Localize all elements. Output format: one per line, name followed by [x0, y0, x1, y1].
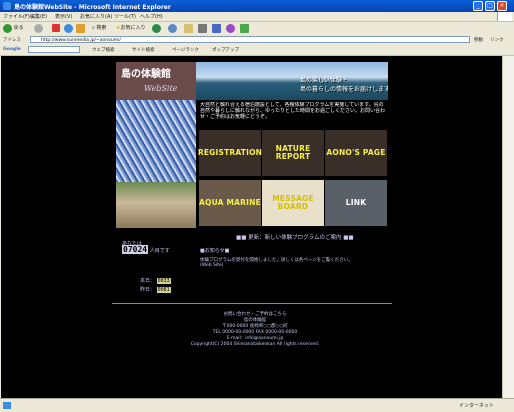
search-icon: ⌕ [92, 25, 95, 31]
news-text: 体験プログラムの受付を開始しました。詳しくは各ページをご覧ください。(Web S… [200, 258, 353, 268]
yesterday-count: 0081 [156, 287, 171, 293]
footer-divider [112, 303, 392, 304]
menu-bar: ファイル(F) 編集(E) 表示(V) お気に入り(A) ツール(T) ヘルプ(… [0, 12, 514, 22]
header-banner-image: 島の楽しい体験・ 島の暮らしの情報をお届けします [196, 62, 388, 100]
yesterday-row: 昨日： 0081 [140, 286, 171, 293]
tree-photo [116, 100, 196, 182]
forward-button[interactable] [34, 24, 43, 33]
page-done-icon [3, 402, 11, 409]
mail-icon [184, 24, 193, 33]
yesterday-label: 昨日： [140, 287, 156, 293]
aqua-marine-link[interactable]: AQUA MARINE [199, 180, 261, 226]
print-button[interactable] [198, 24, 207, 33]
title-bar: 島の体験館WebSite - Microsoft Internet Explor… [0, 0, 514, 12]
mail-button[interactable] [184, 24, 193, 33]
home-icon [76, 24, 85, 33]
aonos-page-link[interactable]: AONO'S PAGE [325, 130, 387, 176]
messenger-button[interactable] [226, 24, 235, 33]
window-title: 島の体験館WebSite - Microsoft Internet Explor… [14, 4, 171, 11]
message-board-link[interactable]: MESSAGE BOARD [262, 180, 324, 226]
menu-tools[interactable]: ツール(T) [114, 13, 136, 20]
close-button[interactable]: × [497, 1, 507, 11]
lodge-photo [116, 182, 196, 228]
home-button[interactable] [76, 24, 85, 33]
today-label: 本日： [140, 278, 156, 284]
favorites-button[interactable]: ★お気に入り [116, 24, 146, 33]
print-icon [198, 24, 207, 33]
windows-logo-icon [497, 12, 512, 21]
logo-subtitle: WebSite [144, 84, 178, 93]
google-site-search[interactable]: サイト検索 [132, 47, 155, 53]
google-toolbar: Google ウェブ検索 サイト検索 ページランク ポップアップ [0, 45, 514, 56]
discuss-icon [240, 24, 249, 33]
stop-button[interactable] [52, 24, 60, 33]
google-search-input[interactable] [28, 46, 80, 53]
banner-text-line1: 島の楽しい体験・ [300, 77, 349, 84]
status-bar: インターネット [0, 398, 514, 412]
link-page-link[interactable]: LINK [325, 180, 387, 226]
nature-report-link[interactable]: NATURE REPORT [262, 130, 324, 176]
vertical-scrollbar[interactable] [502, 56, 514, 398]
messenger-icon [226, 24, 235, 33]
toolbar: 戻る ⌕ 検索 ★お気に入り [0, 22, 514, 36]
stop-icon [52, 24, 60, 32]
history-icon [168, 24, 177, 33]
footer: お問い合わせ・ご予約はこちら 島の体験館 〒000-0000 長崎県○○郡○○町… [150, 312, 360, 348]
today-count: 0033 [156, 278, 171, 284]
google-popup-blocker[interactable]: ポップアップ [212, 47, 239, 53]
news-title: ■お知らせ■ [200, 248, 230, 254]
edit-icon [212, 24, 221, 33]
media-button[interactable] [152, 24, 161, 33]
forward-arrow-icon [34, 24, 43, 33]
history-button[interactable] [168, 24, 177, 33]
address-input[interactable]: http://www.sunmedia.jp/~aonoumi/ [30, 36, 470, 43]
back-button[interactable]: 戻る [3, 24, 24, 33]
menu-file[interactable]: ファイル(F) [3, 13, 30, 20]
menu-help[interactable]: ヘルプ(H) [140, 13, 163, 20]
google-logo: Google [3, 47, 21, 52]
refresh-icon [64, 24, 73, 33]
banner-text-line2: 島の暮らしの情報をお届けします [300, 86, 388, 93]
visitor-counter-row: 07024 人目です [122, 245, 170, 254]
refresh-button[interactable] [64, 24, 73, 33]
site-logo[interactable]: 島の体験館 WebSite [116, 62, 196, 100]
ie-icon [3, 2, 11, 10]
logo-title: 島の体験館 [121, 69, 171, 80]
registration-link[interactable]: REGISTRATION [198, 130, 262, 176]
edit-button[interactable] [212, 24, 221, 33]
menu-favorites[interactable]: お気に入り(A) [80, 13, 112, 20]
menu-edit[interactable]: 編集(E) [30, 13, 47, 20]
links-button[interactable]: リンク [490, 37, 504, 43]
maximize-button[interactable]: □ [485, 1, 495, 11]
back-arrow-icon [3, 24, 12, 33]
intro-text: 大自然と触れ合える宿泊施設として、各種体験プログラムを実施しています。島の自然や… [200, 102, 386, 120]
discuss-button[interactable] [240, 24, 249, 33]
footer-copyright: Copyright(C) 2004 Shimanotaikenkan All r… [190, 342, 320, 347]
visitor-suffix: 人目です [149, 248, 170, 254]
update-notice[interactable]: ■■ 更新：新しい体験プログラムのご案内 ■■ [236, 233, 354, 241]
menu-view[interactable]: 表示(V) [55, 13, 72, 20]
visitor-counter: 07024 [122, 245, 149, 254]
minimize-button[interactable]: _ [473, 1, 483, 11]
today-row: 本日： 0033 [140, 277, 171, 284]
media-icon [152, 24, 161, 33]
google-web-search[interactable]: ウェブ検索 [92, 47, 115, 53]
search-button[interactable]: ⌕ 検索 [92, 24, 106, 33]
google-pagerank[interactable]: ページランク [172, 47, 199, 53]
address-label: アドレス [3, 38, 21, 43]
go-button[interactable]: 移動 [474, 37, 483, 43]
status-zone: インターネット [458, 403, 494, 409]
